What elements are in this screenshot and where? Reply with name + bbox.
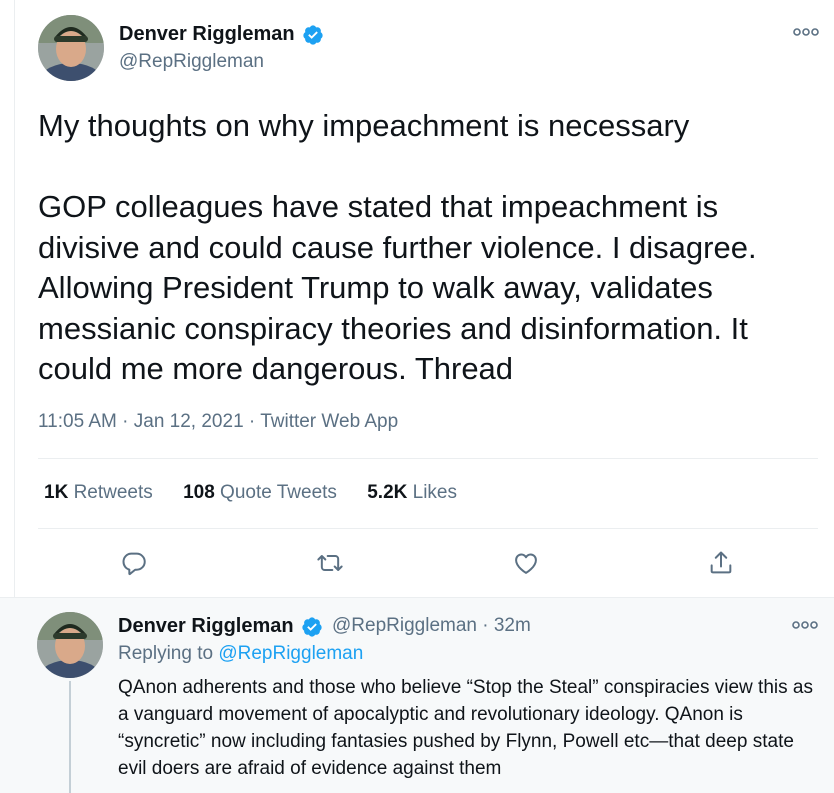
retweet-button[interactable] (310, 543, 350, 583)
reply-tweet[interactable]: Denver Riggleman @RepRiggleman · 32m Rep… (0, 597, 834, 793)
like-button[interactable] (506, 543, 546, 583)
quote-tweets-count: 108 (183, 482, 215, 503)
reply-handle-time: @RepRiggleman · 32m (332, 615, 531, 637)
meta-separator: · (116, 411, 134, 432)
divider (38, 458, 818, 459)
author-handle[interactable]: @RepRiggleman (119, 51, 264, 73)
main-tweet: Denver Riggleman @RepRiggleman My though… (15, 0, 834, 597)
share-icon (710, 551, 732, 574)
like-icon (515, 553, 537, 574)
more-options-icon[interactable] (792, 618, 818, 632)
meta-separator: · (476, 615, 494, 636)
retweets-stat[interactable]: 1K Retweets (44, 482, 153, 503)
tweet-meta: 11:05 AM · Jan 12, 2021 · Twitter Web Ap… (38, 411, 398, 433)
meta-separator: · (243, 411, 261, 432)
replying-to: Replying to @RepRiggleman (118, 643, 363, 665)
thread-line (69, 681, 71, 793)
replying-prefix: Replying to (118, 643, 214, 664)
reply-avatar[interactable] (37, 612, 103, 678)
author-name[interactable]: Denver Riggleman (119, 23, 295, 46)
avatar-image (38, 15, 104, 81)
quote-tweets-label: Quote Tweets (220, 482, 337, 503)
reply-time-ago[interactable]: 32m (494, 615, 531, 636)
retweet-icon (317, 555, 343, 571)
reply-avatar-image (37, 612, 103, 678)
quote-tweets-stat[interactable]: 108 Quote Tweets (183, 482, 337, 503)
retweets-label: Retweets (73, 482, 153, 503)
likes-label: Likes (412, 482, 457, 503)
tweet-date[interactable]: Jan 12, 2021 (134, 411, 244, 432)
share-button[interactable] (701, 543, 741, 583)
replying-handle-link[interactable]: @RepRiggleman (218, 643, 363, 664)
likes-count: 5.2K (367, 482, 408, 503)
likes-stat[interactable]: 5.2K Likes (367, 482, 457, 503)
reply-author-name[interactable]: Denver Riggleman (118, 615, 294, 638)
reply-button[interactable] (114, 543, 154, 583)
tweet-text: My thoughts on why impeachment is necess… (38, 108, 757, 386)
divider (38, 528, 818, 529)
tweet-time[interactable]: 11:05 AM (38, 411, 117, 432)
more-options-icon[interactable] (793, 25, 819, 39)
reply-author-handle[interactable]: @RepRiggleman (332, 615, 477, 636)
verified-badge-icon (302, 617, 322, 637)
reply-icon (122, 552, 146, 576)
verified-badge-icon (303, 25, 323, 45)
reply-text: QAnon adherents and those who believe “S… (118, 677, 819, 779)
avatar[interactable] (38, 15, 104, 81)
tweet-stats: 1K Retweets 108 Quote Tweets 5.2K Likes (44, 482, 482, 504)
retweets-count: 1K (44, 482, 69, 503)
tweet-source[interactable]: Twitter Web App (260, 411, 398, 432)
